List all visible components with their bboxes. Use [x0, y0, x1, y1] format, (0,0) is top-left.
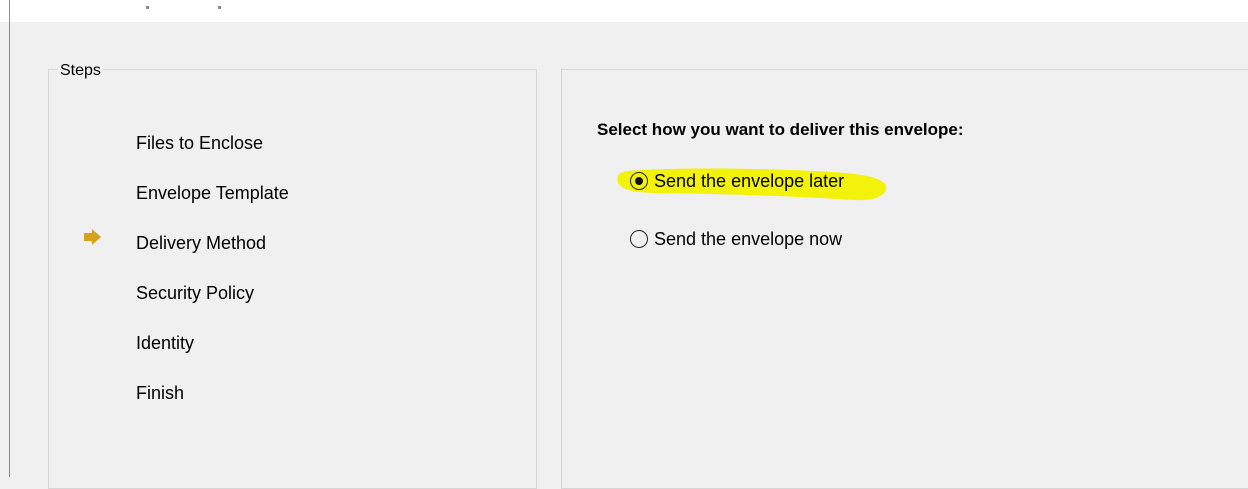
send-later-radio[interactable]: Send the envelope later	[630, 170, 844, 192]
send-now-label[interactable]: Send the envelope now	[654, 228, 842, 250]
delivery-prompt: Select how you want to deliver this enve…	[597, 120, 964, 139]
send-later-label[interactable]: Send the envelope later	[654, 170, 844, 192]
clipped-text-fragment	[218, 6, 221, 9]
steps-group-title: Steps	[58, 62, 103, 80]
step-delivery-method: Delivery Method	[136, 233, 267, 253]
arrow-right-icon	[83, 228, 103, 251]
window-top-strip	[0, 0, 1248, 22]
step-envelope-template: Envelope Template	[136, 183, 289, 203]
send-now-radio[interactable]: Send the envelope now	[630, 228, 842, 250]
left-divider	[9, 0, 10, 477]
radio-unchecked-icon[interactable]	[630, 230, 648, 248]
step-security-policy: Security Policy	[136, 283, 255, 303]
radio-checked-icon[interactable]	[630, 172, 648, 190]
steps-group-box	[48, 69, 537, 489]
step-finish: Finish	[136, 383, 185, 403]
step-identity: Identity	[136, 333, 195, 353]
step-files-to-enclose: Files to Enclose	[136, 133, 264, 153]
clipped-text-fragment	[146, 6, 149, 9]
